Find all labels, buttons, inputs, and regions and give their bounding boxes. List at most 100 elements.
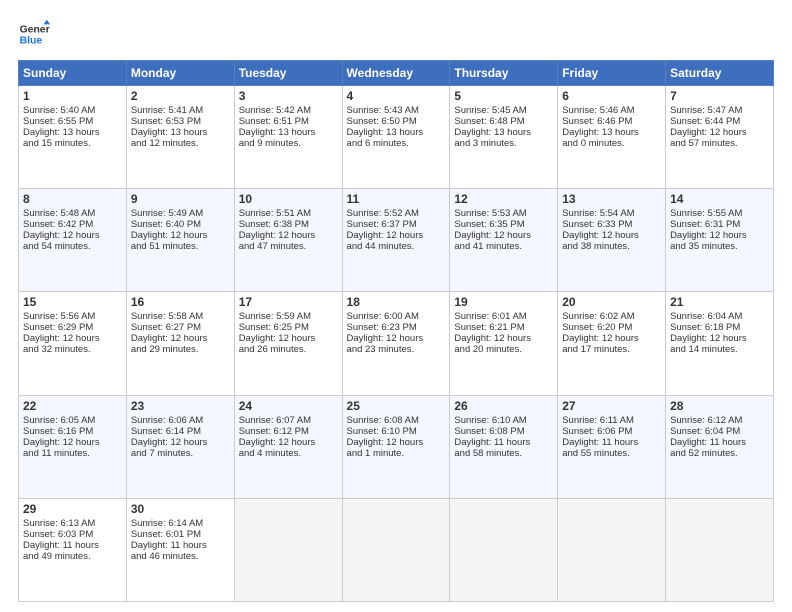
sunset-text: Sunset: 6:46 PM [562,116,632,127]
day-number: 24 [239,399,338,413]
calendar-cell: 12Sunrise: 5:53 AMSunset: 6:35 PMDayligh… [450,189,558,292]
day-number: 22 [23,399,122,413]
sunset-text: Sunset: 6:14 PM [131,426,201,437]
daylight-minutes-text: and 32 minutes. [23,344,91,355]
sunrise-text: Sunrise: 5:45 AM [454,105,526,116]
daylight-minutes-text: and 20 minutes. [454,344,522,355]
sunset-text: Sunset: 6:21 PM [454,322,524,333]
calendar-cell: 30Sunrise: 6:14 AMSunset: 6:01 PMDayligh… [126,498,234,601]
daylight-text: Daylight: 13 hours [347,127,424,138]
sunset-text: Sunset: 6:23 PM [347,322,417,333]
sunset-text: Sunset: 6:48 PM [454,116,524,127]
daylight-minutes-text: and 47 minutes. [239,241,307,252]
sunset-text: Sunset: 6:44 PM [670,116,740,127]
daylight-minutes-text: and 15 minutes. [23,138,91,149]
day-number: 23 [131,399,230,413]
daylight-minutes-text: and 35 minutes. [670,241,738,252]
sunrise-text: Sunrise: 6:01 AM [454,311,526,322]
sunrise-text: Sunrise: 6:05 AM [23,415,95,426]
daylight-text: Daylight: 12 hours [239,437,316,448]
daylight-minutes-text: and 55 minutes. [562,448,630,459]
daylight-minutes-text: and 57 minutes. [670,138,738,149]
calendar-cell [558,498,666,601]
daylight-text: Daylight: 12 hours [23,437,100,448]
daylight-text: Daylight: 12 hours [562,333,639,344]
sunrise-text: Sunrise: 5:47 AM [670,105,742,116]
daylight-minutes-text: and 46 minutes. [131,551,199,562]
daylight-minutes-text: and 11 minutes. [23,448,90,459]
calendar-cell: 24Sunrise: 6:07 AMSunset: 6:12 PMDayligh… [234,395,342,498]
day-number: 28 [670,399,769,413]
day-number: 14 [670,192,769,206]
calendar-cell [342,498,450,601]
daylight-text: Daylight: 12 hours [454,230,531,241]
daylight-text: Daylight: 11 hours [131,540,207,551]
sunset-text: Sunset: 6:53 PM [131,116,201,127]
calendar-week-3: 15Sunrise: 5:56 AMSunset: 6:29 PMDayligh… [19,292,774,395]
daylight-minutes-text: and 41 minutes. [454,241,522,252]
sunrise-text: Sunrise: 5:49 AM [131,208,203,219]
calendar-cell: 28Sunrise: 6:12 AMSunset: 6:04 PMDayligh… [666,395,774,498]
daylight-minutes-text: and 17 minutes. [562,344,630,355]
sunrise-text: Sunrise: 5:58 AM [131,311,203,322]
sunset-text: Sunset: 6:29 PM [23,322,93,333]
sunrise-text: Sunrise: 6:13 AM [23,518,95,529]
sunrise-text: Sunrise: 5:42 AM [239,105,311,116]
day-header-thursday: Thursday [450,61,558,86]
day-number: 20 [562,295,661,309]
day-number: 1 [23,89,122,103]
sunrise-text: Sunrise: 5:41 AM [131,105,203,116]
daylight-text: Daylight: 11 hours [562,437,638,448]
calendar-cell: 9Sunrise: 5:49 AMSunset: 6:40 PMDaylight… [126,189,234,292]
calendar-cell: 19Sunrise: 6:01 AMSunset: 6:21 PMDayligh… [450,292,558,395]
day-number: 9 [131,192,230,206]
day-header-saturday: Saturday [666,61,774,86]
day-header-friday: Friday [558,61,666,86]
day-header-monday: Monday [126,61,234,86]
day-number: 15 [23,295,122,309]
page: General Blue SundayMondayTuesdayWednesda… [0,0,792,612]
sunrise-text: Sunrise: 5:46 AM [562,105,634,116]
daylight-text: Daylight: 13 hours [239,127,316,138]
day-number: 7 [670,89,769,103]
sunset-text: Sunset: 6:51 PM [239,116,309,127]
calendar-cell: 11Sunrise: 5:52 AMSunset: 6:37 PMDayligh… [342,189,450,292]
calendar-week-1: 1Sunrise: 5:40 AMSunset: 6:55 PMDaylight… [19,86,774,189]
calendar-cell: 17Sunrise: 5:59 AMSunset: 6:25 PMDayligh… [234,292,342,395]
sunrise-text: Sunrise: 6:00 AM [347,311,419,322]
daylight-text: Daylight: 11 hours [454,437,530,448]
calendar-cell: 10Sunrise: 5:51 AMSunset: 6:38 PMDayligh… [234,189,342,292]
calendar-cell: 1Sunrise: 5:40 AMSunset: 6:55 PMDaylight… [19,86,127,189]
daylight-minutes-text: and 3 minutes. [454,138,516,149]
logo: General Blue [18,18,50,50]
day-number: 17 [239,295,338,309]
calendar-cell [666,498,774,601]
daylight-minutes-text: and 1 minute. [347,448,405,459]
day-header-tuesday: Tuesday [234,61,342,86]
day-number: 11 [347,192,446,206]
sunrise-text: Sunrise: 5:48 AM [23,208,95,219]
daylight-text: Daylight: 12 hours [670,333,747,344]
day-number: 18 [347,295,446,309]
calendar-cell [450,498,558,601]
sunrise-text: Sunrise: 5:40 AM [23,105,95,116]
sunset-text: Sunset: 6:25 PM [239,322,309,333]
day-header-wednesday: Wednesday [342,61,450,86]
sunset-text: Sunset: 6:35 PM [454,219,524,230]
calendar-cell [234,498,342,601]
sunset-text: Sunset: 6:38 PM [239,219,309,230]
sunrise-text: Sunrise: 6:14 AM [131,518,203,529]
sunset-text: Sunset: 6:08 PM [454,426,524,437]
calendar-cell: 21Sunrise: 6:04 AMSunset: 6:18 PMDayligh… [666,292,774,395]
calendar-cell: 8Sunrise: 5:48 AMSunset: 6:42 PMDaylight… [19,189,127,292]
day-number: 3 [239,89,338,103]
daylight-text: Daylight: 12 hours [23,230,100,241]
daylight-minutes-text: and 4 minutes. [239,448,301,459]
calendar-cell: 13Sunrise: 5:54 AMSunset: 6:33 PMDayligh… [558,189,666,292]
daylight-text: Daylight: 12 hours [239,230,316,241]
day-number: 6 [562,89,661,103]
sunrise-text: Sunrise: 6:08 AM [347,415,419,426]
day-number: 8 [23,192,122,206]
daylight-text: Daylight: 12 hours [347,437,424,448]
header-row: SundayMondayTuesdayWednesdayThursdayFrid… [19,61,774,86]
